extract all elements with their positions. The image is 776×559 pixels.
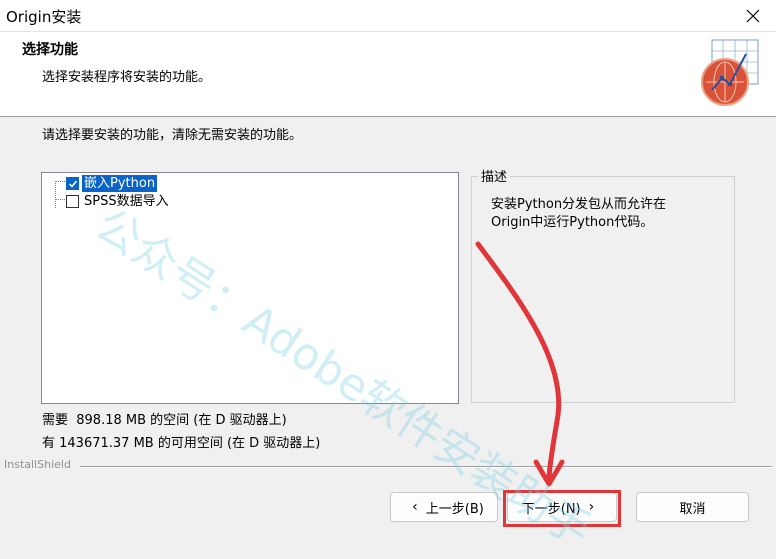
back-button[interactable]: ‹ 上一步(B) <box>390 492 498 522</box>
dialog-header: 选择功能 选择安装程序将安装的功能。 <box>0 32 776 117</box>
header-subtitle: 选择安装程序将安装的功能。 <box>42 70 212 85</box>
cancel-button-label: 取消 <box>679 501 706 517</box>
next-button-highlight <box>503 490 621 527</box>
installshield-brand: InstallShield <box>4 458 71 471</box>
footer-divider <box>80 466 772 468</box>
checkbox-python[interactable] <box>66 177 79 190</box>
checkbox-spss[interactable] <box>66 195 79 208</box>
space-required: 需要 898.18 MB 的空间 (在 D 驱动器上) <box>42 413 287 428</box>
feature-item-python[interactable]: 嵌入Python <box>66 175 158 192</box>
feature-label: 嵌入Python <box>82 175 158 192</box>
cancel-button[interactable]: 取消 <box>636 492 749 522</box>
checkmark-icon <box>68 180 77 188</box>
feature-prompt: 请选择要安装的功能，清除无需安装的功能。 <box>42 128 303 143</box>
window-title: Origin安装 <box>6 8 82 26</box>
header-title: 选择功能 <box>22 42 78 58</box>
close-button[interactable] <box>730 0 776 31</box>
title-bar: Origin安装 <box>0 0 776 32</box>
chevron-left-icon: ‹ <box>412 499 418 515</box>
feature-tree[interactable]: 嵌入Python SPSS数据导入 <box>41 172 459 404</box>
back-button-label: 上一步(B) <box>425 501 484 517</box>
description-legend: 描述 <box>478 166 511 185</box>
description-text: 安装Python分发包从而允许在 Origin中运行Python代码。 <box>491 197 667 230</box>
tree-connector <box>55 199 65 200</box>
feature-item-spss[interactable]: SPSS数据导入 <box>66 193 171 210</box>
space-available: 有 143671.37 MB 的可用空间 (在 D 驱动器上) <box>42 436 321 451</box>
origin-logo-icon <box>701 39 759 106</box>
tree-connector <box>55 181 56 208</box>
tree-connector <box>55 181 65 182</box>
close-icon <box>746 9 760 22</box>
feature-label: SPSS数据导入 <box>84 194 169 209</box>
